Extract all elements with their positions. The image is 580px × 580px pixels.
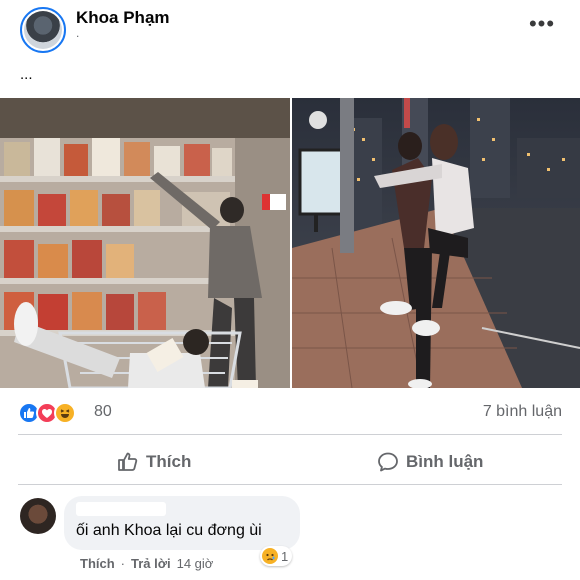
comment-reply-link[interactable]: Trả lời [131,556,171,571]
comment-button-label: Bình luận [406,452,484,471]
author-name[interactable]: Khoa Phạm [76,8,170,28]
thumbs-up-icon [118,452,138,471]
haha-icon [54,402,76,424]
commenter-name-redacted [76,502,166,516]
post-photos [0,98,580,388]
post-stats: 80 7 bình luận [0,398,580,430]
comment-button[interactable]: Bình luận [376,442,483,482]
commenter-avatar[interactable] [20,498,56,534]
comment-time[interactable]: 14 giờ [177,556,214,571]
comment-meta: Thích · Trả lời 14 giờ [80,556,213,571]
meta-separator: · [120,556,126,571]
like-button-label: Thích [146,452,192,471]
reaction-count[interactable]: 80 [94,403,112,421]
comment-reaction[interactable]: 1 [260,546,293,566]
sad-icon [262,548,278,564]
reaction-summary[interactable] [18,402,90,424]
post-caption: ... [20,66,33,83]
comment-text: ối anh Khoa lại cu đơng ùi [76,522,262,539]
post-subline: . [76,26,80,40]
divider [18,434,562,435]
divider [18,484,562,485]
comment-like-link[interactable]: Thích [80,556,115,571]
comment-item: ối anh Khoa lại cu đơng ùi 1 Thích · Trả… [0,494,580,580]
more-options-button[interactable]: ••• [528,13,556,38]
supermarket-photo[interactable] [0,98,290,388]
like-button[interactable]: Thích [116,442,191,482]
post-actions: Thích Bình luận [0,442,580,482]
comment-count[interactable]: 7 bình luận [483,403,562,421]
comment-reaction-count: 1 [281,548,289,564]
comment-icon [378,452,398,472]
post-header: Khoa Phạm . ••• [0,0,580,60]
street-night-photo[interactable] [292,98,580,388]
author-avatar[interactable] [20,7,66,53]
